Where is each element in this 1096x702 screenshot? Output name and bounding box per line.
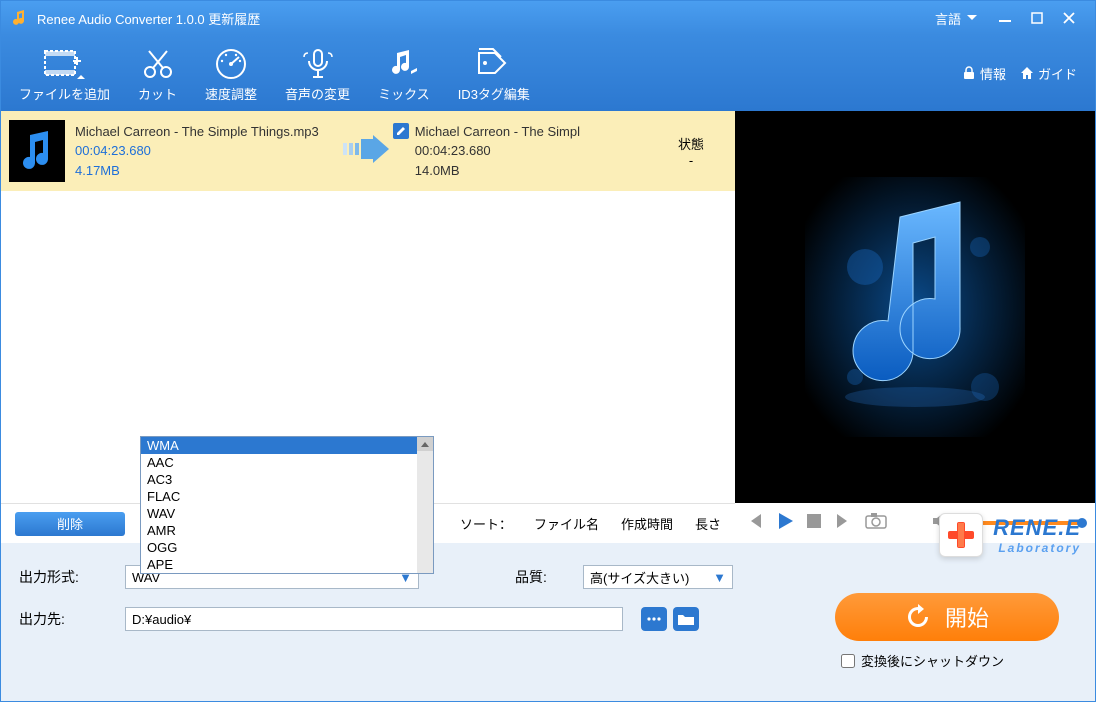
chevron-down-icon (967, 15, 977, 21)
file-thumbnail (9, 120, 65, 182)
refresh-icon (905, 604, 931, 630)
sort-by-name[interactable]: ファイル名 (534, 514, 599, 533)
id3-edit-button[interactable]: ID3タグ編集 (444, 35, 544, 111)
gauge-icon (214, 44, 248, 84)
maximize-button[interactable] (1021, 6, 1053, 30)
microphone-icon (301, 44, 335, 84)
edit-icon[interactable] (393, 123, 409, 139)
output-format-label: 出力形式: (19, 567, 107, 587)
brand-logo: RENE.E Laboratory (939, 513, 1081, 557)
path-more-button[interactable] (641, 607, 667, 631)
file-row[interactable]: Michael Carreon - The Simple Things.mp3 … (1, 111, 735, 191)
sort-by-created[interactable]: 作成時間 (621, 514, 673, 533)
format-option[interactable]: WMA (141, 437, 417, 454)
format-dropdown-list[interactable]: WMAAACAC3FLACWAVAMROGGAPE (140, 436, 434, 574)
guide-button[interactable]: ガイド (1020, 64, 1077, 83)
snapshot-button[interactable] (865, 513, 887, 534)
preview-pane (735, 111, 1095, 503)
format-option[interactable]: APE (141, 556, 417, 573)
minimize-button[interactable] (989, 6, 1021, 30)
main-toolbar: ファイルを追加 カット 速度調整 音声の変更 ミックス ID3タグ編集 情報 ガ… (1, 35, 1095, 111)
format-option[interactable]: OGG (141, 539, 417, 556)
delete-button[interactable]: 削除 (15, 512, 125, 536)
scroll-up-icon[interactable] (417, 437, 433, 451)
start-button[interactable]: 開始 (835, 593, 1059, 641)
format-option[interactable]: WAV (141, 505, 417, 522)
sort-by-length[interactable]: 長さ (695, 514, 721, 533)
shutdown-checkbox[interactable]: 変換後にシャットダウン (841, 651, 1004, 670)
music-mix-icon (387, 44, 421, 84)
home-icon (1020, 66, 1034, 80)
status-column: 状態 - (655, 134, 727, 168)
brand-cross-icon (939, 513, 983, 557)
mix-button[interactable]: ミックス (364, 35, 444, 111)
chevron-down-icon: ▼ (713, 570, 726, 585)
voice-change-button[interactable]: 音声の変更 (271, 35, 364, 111)
output-path-input[interactable]: D:¥audio¥ (125, 607, 623, 631)
output-file-info: Michael Carreon - The Simpl 00:04:23.680… (415, 122, 580, 181)
open-folder-button[interactable] (673, 607, 699, 631)
info-button[interactable]: 情報 (962, 64, 1006, 83)
scissors-icon (141, 44, 175, 84)
tag-icon (475, 44, 513, 84)
format-option[interactable]: FLAC (141, 488, 417, 505)
app-logo-icon (11, 9, 29, 27)
filmstrip-plus-icon (43, 44, 87, 84)
window-title: Renee Audio Converter 1.0.0 更新履歴 (37, 9, 260, 28)
format-option[interactable]: AMR (141, 522, 417, 539)
lock-icon (962, 66, 976, 80)
output-dest-label: 出力先: (19, 609, 107, 629)
cut-button[interactable]: カット (124, 35, 191, 111)
format-option[interactable]: AC3 (141, 471, 417, 488)
file-list-pane: Michael Carreon - The Simple Things.mp3 … (1, 111, 735, 503)
quality-label: 品質: (515, 567, 565, 587)
input-file-info: Michael Carreon - The Simple Things.mp3 … (75, 122, 319, 181)
play-button[interactable] (777, 513, 793, 534)
add-file-button[interactable]: ファイルを追加 (5, 35, 124, 111)
next-button[interactable] (835, 514, 851, 533)
close-button[interactable] (1053, 6, 1085, 30)
scrollbar[interactable] (417, 437, 433, 573)
language-dropdown[interactable]: 言語 (935, 9, 977, 28)
sort-label: ソート： (460, 514, 512, 533)
format-option[interactable]: AAC (141, 454, 417, 471)
titlebar: Renee Audio Converter 1.0.0 更新履歴 言語 (1, 1, 1095, 35)
speed-button[interactable]: 速度調整 (191, 35, 271, 111)
quality-combo[interactable]: 高(サイズ大きい) ▼ (583, 565, 733, 589)
stop-button[interactable] (807, 514, 821, 533)
prev-button[interactable] (747, 514, 763, 533)
arrow-right-icon (343, 135, 391, 168)
sort-bar: ソート： ファイル名 作成時間 長さ (460, 514, 721, 533)
